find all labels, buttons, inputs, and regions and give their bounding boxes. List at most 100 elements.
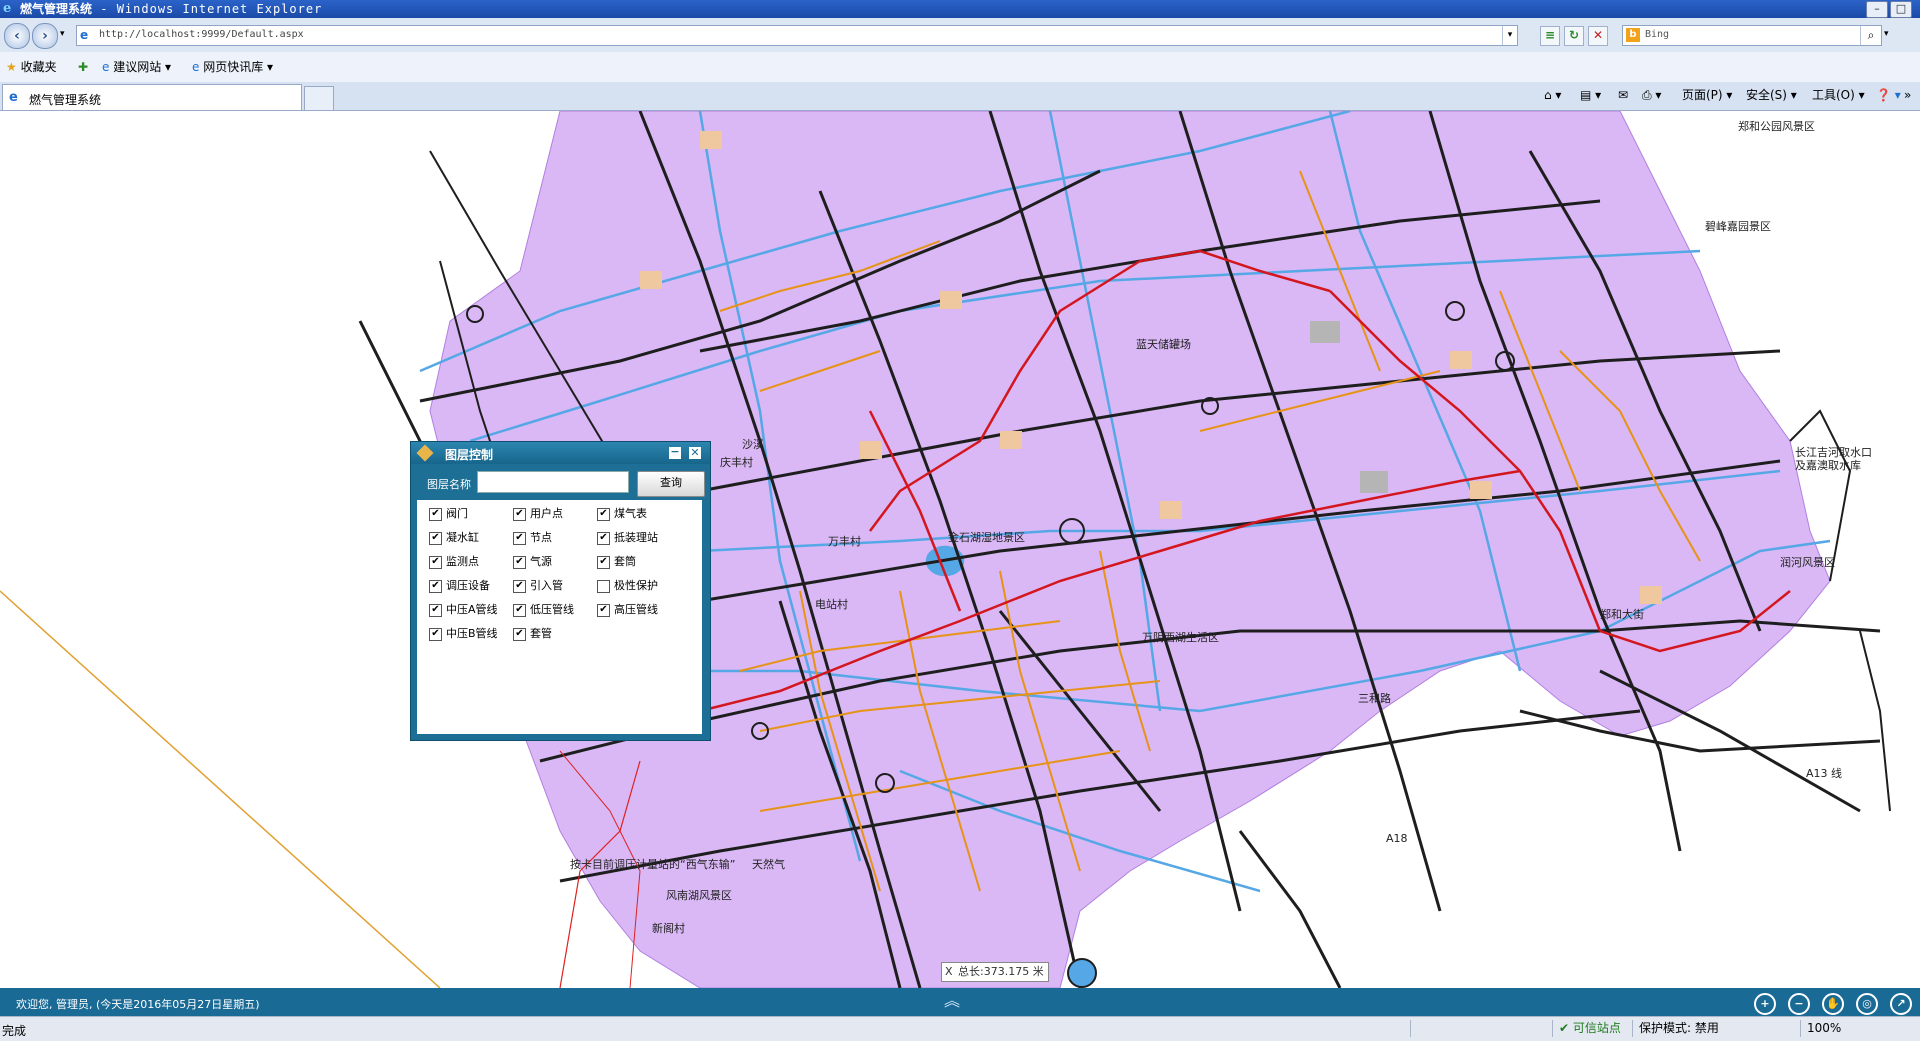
favorites-button[interactable]: ★ 收藏夹 xyxy=(6,60,57,74)
add-favorite-icon[interactable]: ✚ xyxy=(78,60,88,74)
safety-menu[interactable]: 安全(S) ▾ xyxy=(1746,88,1797,102)
mail-icon[interactable]: ✉ xyxy=(1618,88,1628,102)
map-label: 万丰村 xyxy=(828,535,861,548)
page-icon: e xyxy=(80,28,89,42)
layer-checkbox[interactable]: ✔ xyxy=(597,604,610,617)
ie-logo-icon: e xyxy=(3,1,12,16)
measure-close-button[interactable]: X xyxy=(945,963,953,980)
forward-button[interactable]: › xyxy=(32,23,58,49)
layer-checkbox[interactable]: ✔ xyxy=(513,580,526,593)
more-commands-icon[interactable]: » xyxy=(1904,88,1911,102)
layer-checkbox[interactable]: ✔ xyxy=(597,532,610,545)
minimize-window-button[interactable]: – xyxy=(1866,1,1888,18)
tab-bar: e 燃气管理系统 xyxy=(0,82,1920,111)
zoom-in-icon[interactable]: + xyxy=(1754,993,1776,1015)
url-dropdown-icon[interactable]: ▾ xyxy=(1502,26,1517,45)
map-label: 天然气 xyxy=(752,858,785,871)
tab-active[interactable]: e 燃气管理系统 xyxy=(2,84,302,110)
compat-view-icon[interactable]: ≡ xyxy=(1540,26,1560,46)
app-status-bar: 欢迎您, 管理员, (今天是2016年05月27日星期五) ︽ + − ✋ ◎ … xyxy=(0,988,1920,1016)
layer-checkbox[interactable]: ✔ xyxy=(429,580,442,593)
map-label: A13 线 xyxy=(1806,767,1843,780)
map-label: 碧峰嘉园景区 xyxy=(1705,220,1771,233)
maximize-window-button[interactable]: □ xyxy=(1890,1,1912,18)
home-icon[interactable]: ⌂ ▾ xyxy=(1544,88,1561,102)
star-icon: ★ xyxy=(6,60,17,74)
site-icon: e xyxy=(192,60,200,74)
map-label: 及嘉澳取水库 xyxy=(1795,459,1861,472)
layer-checkbox[interactable]: ✔ xyxy=(597,556,610,569)
layer-checkbox[interactable]: ✔ xyxy=(513,628,526,641)
collapse-up-icon[interactable]: ︽ xyxy=(944,992,960,1010)
layer-checkbox[interactable]: ✔ xyxy=(513,532,526,545)
map-label: 新阁村 xyxy=(652,922,685,935)
layer-checkbox[interactable]: ✔ xyxy=(597,508,610,521)
layer-checkbox[interactable]: ✔ xyxy=(429,556,442,569)
search-box[interactable]: b Bing ⌕ xyxy=(1622,25,1882,46)
status-done-text: 完成 xyxy=(2,1024,27,1038)
favorites-bar: ★ 收藏夹 ✚ e 建议网站 ▾ e 网页快讯库 ▾ xyxy=(0,52,1920,83)
query-button[interactable]: 查询 xyxy=(637,471,705,497)
panel-header[interactable]: 图层控制 − ✕ xyxy=(411,442,710,464)
layer-checkbox[interactable]: ✔ xyxy=(513,604,526,617)
layer-checkbox[interactable]: ✔ xyxy=(513,556,526,569)
zoom-level[interactable]: 100% xyxy=(1800,1020,1841,1037)
print-icon[interactable]: ⎙ ▾ xyxy=(1642,88,1661,102)
map-label: 金石湖湿地景区 xyxy=(948,531,1025,544)
map-label: A18 xyxy=(1386,832,1408,845)
pan-hand-icon[interactable]: ✋ xyxy=(1822,993,1844,1015)
ie-page-icon: e xyxy=(9,90,18,105)
layer-name-label: 图层名称 xyxy=(427,478,471,491)
url-text: http://localhost:9999/Default.aspx xyxy=(99,29,304,40)
measure-icon[interactable]: ↗ xyxy=(1890,993,1912,1015)
web-slice-gallery-link[interactable]: e 网页快讯库 ▾ xyxy=(192,60,273,74)
protected-mode-status: 保护模式: 禁用 xyxy=(1632,1020,1719,1037)
site-icon: e xyxy=(102,60,110,74)
window-titlebar: e 燃气管理系统 - Windows Internet Explorer – □ xyxy=(0,0,1920,18)
tools-menu[interactable]: 工具(O) ▾ xyxy=(1812,88,1865,102)
layer-checkbox[interactable] xyxy=(597,580,610,593)
map-label: 沙溪 xyxy=(742,438,764,451)
map-canvas[interactable]: 长江吉河取水口 及嘉澳取水库 润河风景区 金石湖湿地景区 天然气 按卡目前调压计… xyxy=(0,111,1920,988)
map-label: 庆丰村 xyxy=(720,456,753,469)
map-label: 郑和公园风景区 xyxy=(1738,120,1815,133)
address-field[interactable]: e http://localhost:9999/Default.aspx ▾ xyxy=(76,25,1518,46)
panel-minimize-button[interactable]: − xyxy=(669,446,681,459)
window-title: 燃气管理系统 - Windows Internet Explorer xyxy=(20,2,323,16)
stop-button[interactable]: ✕ xyxy=(1588,26,1608,46)
full-extent-globe-icon[interactable]: ◎ xyxy=(1856,993,1878,1015)
trusted-sites-zone[interactable]: ✔ 可信站点 xyxy=(1552,1020,1621,1037)
suggested-sites-link[interactable]: e 建议网站 ▾ xyxy=(102,60,171,74)
layer-checkbox[interactable]: ✔ xyxy=(429,508,442,521)
layer-checkbox[interactable]: ✔ xyxy=(513,508,526,521)
layer-checkbox[interactable]: ✔ xyxy=(429,628,442,641)
layer-control-panel: 图层控制 − ✕ 图层名称 查询 ✔ 阀门 ✔ 用户点 ✔ 煤气表 ✔ 凝水缸 ✔ 节点 … xyxy=(410,441,711,741)
map-svg xyxy=(0,111,1891,988)
welcome-text: 欢迎您, 管理员, (今天是2016年05月27日星期五) xyxy=(16,998,260,1011)
layer-name-input[interactable] xyxy=(477,471,629,493)
search-icon[interactable]: ⌕ xyxy=(1860,26,1881,45)
map-label: 三和路 xyxy=(1358,692,1391,705)
map-label: 郑和大街 xyxy=(1600,608,1644,621)
refresh-button[interactable]: ↻ xyxy=(1564,26,1584,46)
new-tab-button[interactable] xyxy=(304,86,334,110)
search-placeholder: Bing xyxy=(1645,29,1670,40)
panel-close-button[interactable]: ✕ xyxy=(689,447,701,459)
back-button[interactable]: ‹ xyxy=(4,23,30,49)
map-label: 长江吉河取水口 xyxy=(1795,446,1872,459)
layer-checkbox[interactable]: ✔ xyxy=(429,604,442,617)
help-menu[interactable]: ❓ ▾ xyxy=(1876,88,1901,102)
bing-icon: b xyxy=(1626,28,1640,42)
feeds-icon[interactable]: ▤ ▾ xyxy=(1580,88,1601,102)
search-options-icon[interactable]: ▾ xyxy=(1884,29,1889,39)
panel-body: 图层名称 查询 ✔ 阀门 ✔ 用户点 ✔ 煤气表 ✔ 凝水缸 ✔ 节点 ✔ 抵装理站 ✔ 监测… xyxy=(417,466,705,734)
layer-list: ✔ 阀门 ✔ 用户点 ✔ 煤气表 ✔ 凝水缸 ✔ 节点 ✔ 抵装理站 ✔ 监测点 ✔ 气源 ✔ 套… xyxy=(417,504,702,734)
ie-status-bar: 完成 ✔ 可信站点 保护模式: 禁用 100% xyxy=(0,1016,1920,1041)
history-dropdown-icon[interactable]: ▾ xyxy=(60,29,65,39)
layer-checkbox[interactable]: ✔ xyxy=(429,532,442,545)
map-label: 风南湖风景区 xyxy=(666,889,732,902)
status-empty-pane xyxy=(1410,1020,1547,1037)
page-menu[interactable]: 页面(P) ▾ xyxy=(1682,88,1732,102)
address-toolbar: ‹ › ▾ e http://localhost:9999/Default.as… xyxy=(0,18,1920,52)
zoom-out-icon[interactable]: − xyxy=(1788,993,1810,1015)
